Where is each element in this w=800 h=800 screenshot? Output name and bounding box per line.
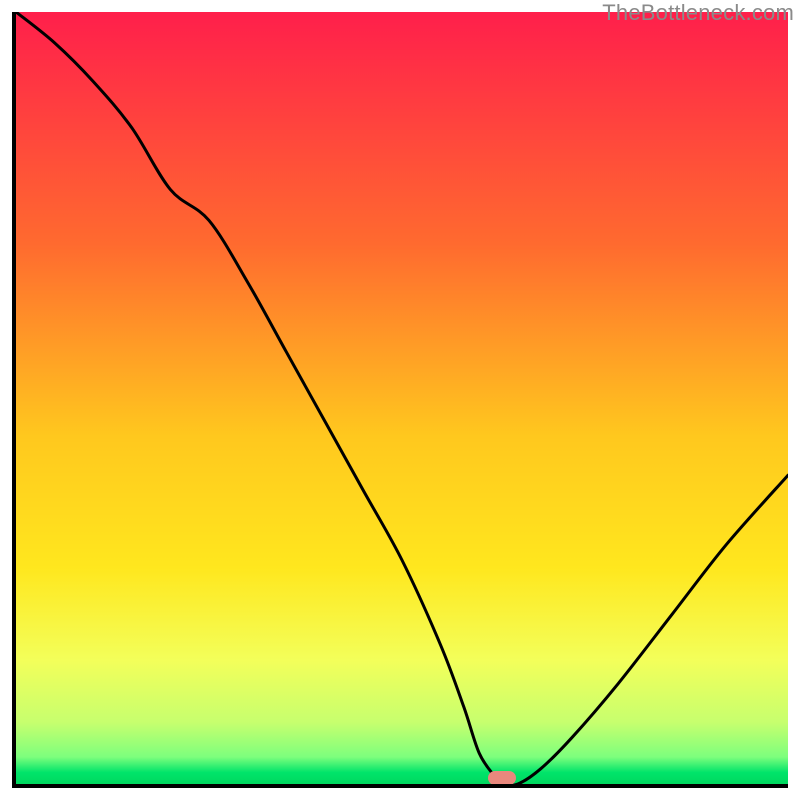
- watermark-text: TheBottleneck.com: [602, 0, 794, 26]
- optimal-point-marker: [488, 771, 516, 785]
- bottleneck-curve: [16, 12, 788, 784]
- chart-container: TheBottleneck.com: [0, 0, 800, 800]
- plot-area: [12, 12, 788, 788]
- chart-curve-layer: [16, 12, 788, 784]
